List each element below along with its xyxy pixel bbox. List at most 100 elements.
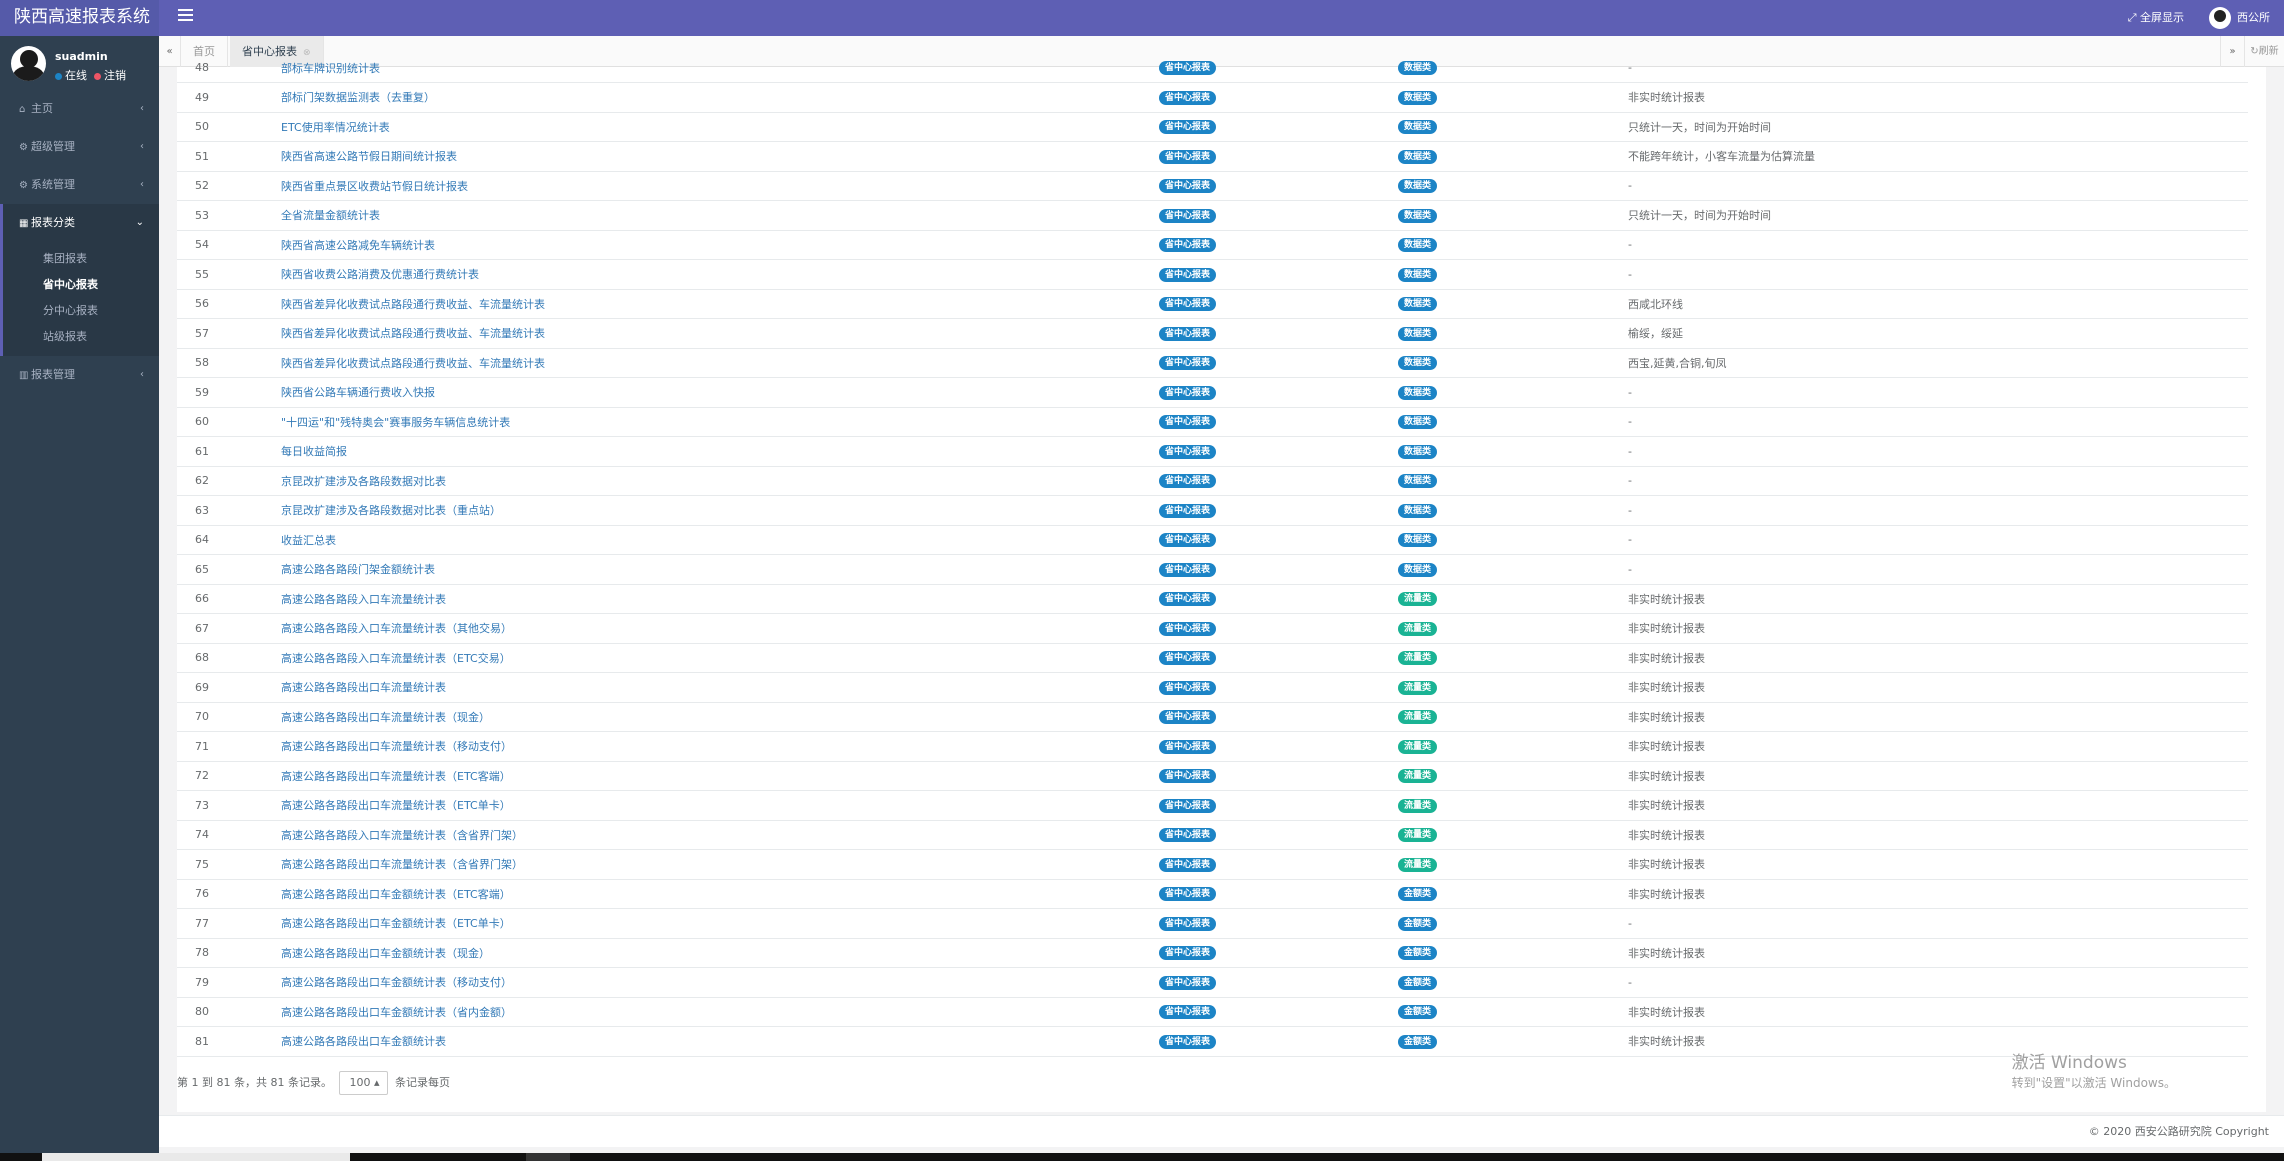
note-cell: - <box>1628 230 2248 260</box>
table-row: 74 高速公路各路段入口车流量统计表（含省界门架） 省中心报表 流量类 非实时统计报表 <box>177 820 2248 850</box>
report-name-link[interactable]: 部标车牌识别统计表 <box>281 53 1159 83</box>
source-badge: 省中心报表 <box>1159 975 1217 990</box>
chevron-down-icon: ⌄ <box>135 217 144 228</box>
source-badge: 省中心报表 <box>1159 769 1217 784</box>
user-status: 在线 注销 <box>55 67 126 83</box>
row-number: 52 <box>177 171 281 201</box>
refresh-button[interactable]: ↻刷新 <box>2244 36 2284 67</box>
table-row: 65 高速公路各路段门架金额统计表 省中心报表 数据类 - <box>177 554 2248 585</box>
note-cell: 西咸北环线 <box>1628 289 2248 319</box>
category-cell: 数据类 <box>1398 141 1628 172</box>
report-name-link[interactable]: 高速公路各路段出口车金额统计表 <box>281 1026 1159 1057</box>
category-badge: 流量类 <box>1398 680 1438 695</box>
table-row: 62 京昆改扩建涉及各路段数据对比表 省中心报表 数据类 - <box>177 466 2248 496</box>
sidebar-item-super-admin[interactable]: ⚙ 超级管理 ‹ <box>0 128 159 166</box>
report-name-link[interactable]: 部标门架数据监测表（去重复） <box>281 82 1159 113</box>
page-size-value: 100 <box>349 1076 371 1089</box>
report-name-link[interactable]: 高速公路各路段门架金额统计表 <box>281 554 1159 585</box>
report-name-link[interactable]: 陕西省差异化收费试点路段通行费收益、车流量统计表 <box>281 318 1159 349</box>
report-name-link[interactable]: 陕西省公路车辆通行费收入快报 <box>281 377 1159 408</box>
submenu-item-group[interactable]: 集团报表 <box>3 246 159 272</box>
note-cell: - <box>1628 495 2248 526</box>
table-row: 76 高速公路各路段出口车金额统计表（ETC客端） 省中心报表 金额类 非实时统计报表 <box>177 879 2248 909</box>
report-name-link[interactable]: 全省流量金额统计表 <box>281 200 1159 231</box>
report-name-link[interactable]: 京昆改扩建涉及各路段数据对比表 <box>281 466 1159 496</box>
table-row: 60 "十四运"和"残特奥会"赛事服务车辆信息统计表 省中心报表 数据类 - <box>177 407 2248 437</box>
note-cell: 西宝,延黄,合铜,旬凤 <box>1628 348 2248 378</box>
report-name-link[interactable]: 陕西省重点景区收费站节假日统计报表 <box>281 171 1159 201</box>
table-row: 49 部标门架数据监测表（去重复） 省中心报表 数据类 非实时统计报表 <box>177 82 2248 113</box>
category-cell: 金额类 <box>1398 997 1628 1027</box>
submenu-item-sub-center[interactable]: 分中心报表 <box>3 298 159 324</box>
sidebar-item-home[interactable]: ⌂ 主页 ‹ <box>0 90 159 128</box>
category-cell: 数据类 <box>1398 348 1628 378</box>
report-name-link[interactable]: 京昆改扩建涉及各路段数据对比表（重点站） <box>281 495 1159 526</box>
submenu-item-provincial[interactable]: 省中心报表 <box>3 272 159 298</box>
note-cell: 非实时统计报表 <box>1628 997 2248 1027</box>
report-name-link[interactable]: 高速公路各路段入口车流量统计表（其他交易） <box>281 613 1159 644</box>
table-row: 67 高速公路各路段入口车流量统计表（其他交易） 省中心报表 流量类 非实时统计报表 <box>177 613 2248 644</box>
note-cell: - <box>1628 377 2248 408</box>
online-dot-icon <box>55 72 62 80</box>
report-name-link[interactable]: 高速公路各路段出口车流量统计表（移动支付） <box>281 731 1159 762</box>
source-cell: 省中心报表 <box>1159 230 1398 260</box>
table-row: 78 高速公路各路段出口车金额统计表（现金） 省中心报表 金额类 非实时统计报表 <box>177 938 2248 968</box>
report-name-link[interactable]: 陕西省高速公路节假日期间统计报表 <box>281 141 1159 172</box>
per-page-label: 条记录每页 <box>395 1076 451 1089</box>
report-name-link[interactable]: 高速公路各路段出口车金额统计表（ETC单卡） <box>281 908 1159 939</box>
sidebar-item-report-admin[interactable]: ▥ 报表管理 ‹ <box>0 356 159 394</box>
page-size-select[interactable]: 100 ▴ <box>339 1071 388 1095</box>
source-badge: 省中心报表 <box>1159 887 1217 902</box>
report-name-link[interactable]: 高速公路各路段出口车流量统计表 <box>281 672 1159 703</box>
report-name-link[interactable]: 陕西省差异化收费试点路段通行费收益、车流量统计表 <box>281 348 1159 378</box>
note-cell: - <box>1628 171 2248 201</box>
report-name-link[interactable]: 陕西省高速公路减免车辆统计表 <box>281 230 1159 260</box>
fullscreen-button[interactable]: ⤢ 全屏显示 <box>2128 0 2184 36</box>
report-name-link[interactable]: 高速公路各路段出口车金额统计表（省内金额） <box>281 997 1159 1027</box>
report-name-link[interactable]: 高速公路各路段入口车流量统计表（含省界门架） <box>281 820 1159 850</box>
report-name-link[interactable]: 高速公路各路段出口车流量统计表（ETC单卡） <box>281 790 1159 821</box>
menu-toggle-icon[interactable] <box>178 9 193 24</box>
report-name-link[interactable]: 高速公路各路段入口车流量统计表（ETC交易） <box>281 643 1159 673</box>
logout-link[interactable]: 注销 <box>104 69 126 82</box>
report-name-link[interactable]: 高速公路各路段入口车流量统计表 <box>281 584 1159 614</box>
sidebar-item-label: 报表分类 <box>31 216 75 229</box>
category-badge: 金额类 <box>1398 946 1438 961</box>
category-badge: 数据类 <box>1398 297 1438 312</box>
report-name-link[interactable]: 高速公路各路段出口车金额统计表（现金） <box>281 938 1159 968</box>
row-number: 63 <box>177 495 281 526</box>
report-name-link[interactable]: 高速公路各路段出口车流量统计表（ETC客端） <box>281 761 1159 791</box>
report-name-link[interactable]: ETC使用率情况统计表 <box>281 112 1159 142</box>
report-name-link[interactable]: 高速公路各路段出口车金额统计表（移动支付） <box>281 967 1159 998</box>
report-name-link[interactable]: 每日收益简报 <box>281 436 1159 467</box>
category-badge: 流量类 <box>1398 769 1438 784</box>
report-name-link[interactable]: 收益汇总表 <box>281 525 1159 555</box>
row-number: 79 <box>177 967 281 998</box>
source-cell: 省中心报表 <box>1159 967 1398 998</box>
user-menu[interactable]: 西公所 <box>2209 0 2270 36</box>
report-name-link[interactable]: 高速公路各路段出口车流量统计表（现金） <box>281 702 1159 732</box>
report-name-link[interactable]: 陕西省差异化收费试点路段通行费收益、车流量统计表 <box>281 289 1159 319</box>
top-navbar: 陕西高速报表系统 ⤢ 全屏显示 西公所 <box>0 0 2284 36</box>
category-badge: 金额类 <box>1398 1034 1438 1049</box>
submenu-item-station[interactable]: 站级报表 <box>3 324 159 350</box>
category-badge: 流量类 <box>1398 651 1438 666</box>
sidebar-item-system-admin[interactable]: ⚙ 系统管理 ‹ <box>0 166 159 204</box>
source-badge: 省中心报表 <box>1159 857 1217 872</box>
report-name-link[interactable]: 高速公路各路段出口车金额统计表（ETC客端） <box>281 879 1159 909</box>
pagination: 第 1 到 81 条，共 81 条记录。 100 ▴ 条记录每页 <box>177 1070 450 1096</box>
category-badge: 数据类 <box>1398 415 1438 430</box>
row-number: 53 <box>177 200 281 231</box>
category-badge: 数据类 <box>1398 503 1438 518</box>
source-badge: 省中心报表 <box>1159 356 1217 371</box>
source-badge: 省中心报表 <box>1159 385 1217 400</box>
sidebar-item-report-category[interactable]: ▦ 报表分类 ⌄ <box>0 204 159 242</box>
category-cell: 数据类 <box>1398 230 1628 260</box>
row-number: 76 <box>177 879 281 909</box>
report-name-link[interactable]: "十四运"和"残特奥会"赛事服务车辆信息统计表 <box>281 407 1159 437</box>
report-name-link[interactable]: 陕西省收费公路消费及优惠通行费统计表 <box>281 259 1159 290</box>
category-badge: 数据类 <box>1398 385 1438 400</box>
row-number: 77 <box>177 908 281 939</box>
report-name-link[interactable]: 高速公路各路段出口车流量统计表（含省界门架） <box>281 849 1159 880</box>
chevron-left-icon: ‹ <box>140 103 144 114</box>
